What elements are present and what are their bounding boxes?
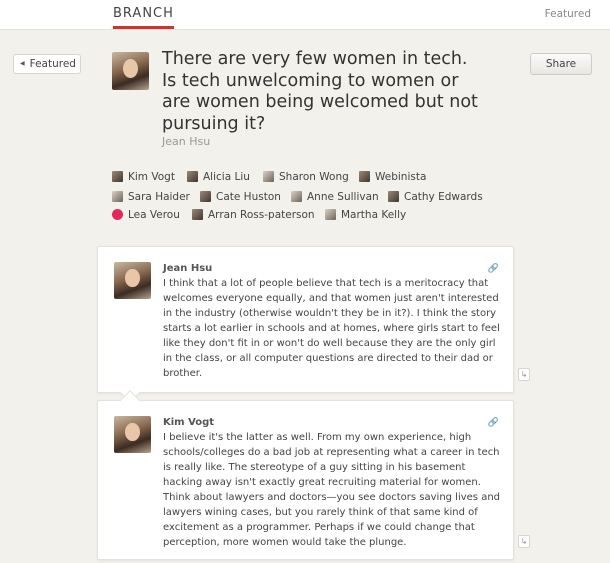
- participant[interactable]: Anne Sullivan: [291, 190, 379, 204]
- post-text: I believe it's the latter as well. From …: [163, 432, 501, 548]
- avatar[interactable]: [114, 262, 151, 299]
- asker-avatar[interactable]: [112, 52, 149, 90]
- reply-icon[interactable]: ↳: [518, 368, 530, 381]
- avatar: [200, 191, 211, 202]
- post-text: I think that a lot of people believe tha…: [163, 278, 500, 379]
- avatar: [112, 209, 123, 220]
- avatar: [112, 191, 123, 202]
- avatar: [263, 171, 274, 182]
- participant[interactable]: Webinista: [359, 170, 426, 184]
- avatar: [325, 209, 336, 220]
- post-author[interactable]: Kim Vogt: [163, 417, 214, 428]
- avatar: [112, 171, 123, 182]
- question-title: There are very few women in tech. Is tec…: [162, 49, 478, 134]
- participant[interactable]: Lea Verou: [112, 208, 180, 222]
- top-bar: BRANCH Featured: [0, 0, 610, 30]
- brand-logo[interactable]: BRANCH: [113, 6, 174, 29]
- participant[interactable]: Kim Vogt: [112, 170, 175, 184]
- avatar: [192, 209, 203, 220]
- participant[interactable]: Cathy Edwards: [388, 190, 483, 204]
- avatar: [388, 191, 399, 202]
- post-author[interactable]: Jean Hsu: [163, 263, 212, 274]
- participant[interactable]: Martha Kelly: [325, 208, 406, 222]
- back-button-label: Featured: [29, 58, 76, 70]
- participant[interactable]: Sara Haider: [112, 190, 190, 204]
- participant[interactable]: Cate Huston: [200, 190, 281, 204]
- triangle-left-icon: ◀: [20, 60, 25, 67]
- avatar: [187, 171, 198, 182]
- reply-icon[interactable]: ↳: [518, 535, 530, 548]
- link-icon[interactable]: 🔗: [488, 418, 499, 428]
- avatar[interactable]: [114, 416, 151, 453]
- participant[interactable]: Arran Ross-paterson: [192, 208, 315, 222]
- back-to-featured-button[interactable]: ◀ Featured: [13, 54, 81, 74]
- featured-nav-link[interactable]: Featured: [545, 8, 591, 20]
- participant[interactable]: Alicia Liu: [187, 170, 250, 184]
- participant[interactable]: Sharon Wong: [263, 170, 349, 184]
- asker-name[interactable]: Jean Hsu: [162, 135, 210, 148]
- post-card: Kim Vogt I believe it's the latter as we…: [97, 390, 514, 560]
- link-icon[interactable]: 🔗: [488, 264, 499, 274]
- post-card: Jean Hsu I think that a lot of people be…: [97, 246, 514, 403]
- avatar: [291, 191, 302, 202]
- share-button[interactable]: Share: [530, 53, 592, 75]
- avatar: [359, 171, 370, 182]
